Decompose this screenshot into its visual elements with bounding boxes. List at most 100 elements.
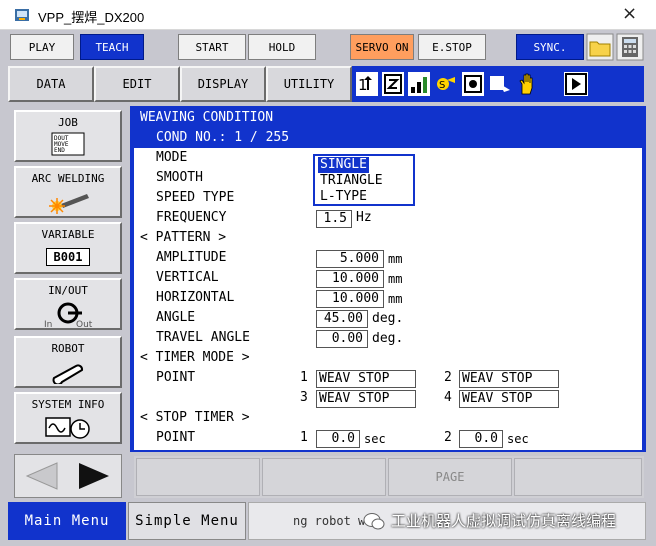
timer-point-number: 3 <box>300 390 308 405</box>
stop-timer-point-label: POINT <box>156 430 196 445</box>
mode-option[interactable]: L-TYPE <box>318 189 369 205</box>
close-icon[interactable]: × <box>622 3 637 24</box>
amplitude-unit: mm <box>388 252 403 266</box>
nav-arc-welding[interactable]: ARC WELDING <box>14 166 122 218</box>
timer-point-field[interactable]: WEAV STOP <box>316 390 416 408</box>
stop-timer-field[interactable]: 0.0 <box>316 430 360 448</box>
servo-on-button[interactable]: SERVO ON <box>350 34 414 60</box>
menu-utility[interactable]: UTILITY <box>266 66 352 102</box>
prev-arrow-icon[interactable] <box>19 459 63 493</box>
play-button[interactable]: PLAY <box>10 34 74 60</box>
travel-angle-unit: deg. <box>372 331 404 346</box>
timer-point-number: 4 <box>444 390 452 405</box>
page-nav-buttons <box>14 454 122 498</box>
nav-robot[interactable]: ROBOT <box>14 336 122 388</box>
mode-dropdown[interactable]: SINGLE TRIANGLE L-TYPE <box>313 154 415 206</box>
function-slot-4[interactable] <box>514 458 642 496</box>
watermark-text: 工业机器人虚拟调试仿真离线编程 <box>391 512 617 530</box>
nav-variable[interactable]: VARIABLE B001 <box>14 222 122 274</box>
horizontal-unit: mm <box>388 292 403 306</box>
message-text: ng robot wr <box>293 514 373 528</box>
nav-system-info-label: SYSTEM INFO <box>31 398 105 411</box>
frequency-unit: Hz <box>356 210 372 225</box>
horizontal-label: HORIZONTAL <box>156 290 235 305</box>
system-info-icon <box>45 417 90 439</box>
page-title: WEAVING CONDITION <box>140 110 274 125</box>
hold-button[interactable]: HOLD <box>248 34 316 60</box>
frequency-field[interactable]: 1.5 <box>316 210 352 228</box>
folder-icon[interactable] <box>586 33 614 61</box>
wechat-icon <box>363 513 385 530</box>
teach-button[interactable]: TEACH <box>80 34 144 60</box>
travel-angle-label: TRAVEL ANGLE <box>156 330 250 345</box>
tool-icon: S <box>434 72 458 96</box>
app-icon <box>15 9 29 21</box>
variable-b001-icon: B001 <box>46 248 90 266</box>
amplitude-field[interactable]: 5.000 <box>316 250 384 268</box>
timer-point-field[interactable]: WEAV STOP <box>316 370 416 388</box>
robot-arm-icon <box>52 364 84 384</box>
nav-arc-welding-label: ARC WELDING <box>31 172 105 185</box>
function-slot-2[interactable] <box>262 458 386 496</box>
play-mode-icon <box>564 72 588 96</box>
main-menu-button[interactable]: Main Menu <box>8 502 126 540</box>
hand-icon <box>516 72 538 96</box>
robot-group-icon <box>462 72 484 96</box>
stop-timer-header: < STOP TIMER > <box>140 410 250 425</box>
timer-point-field[interactable]: WEAV STOP <box>459 370 559 388</box>
pattern-header: < PATTERN > <box>140 230 227 245</box>
function-slot-1[interactable] <box>136 458 260 496</box>
stop-timer-field[interactable]: 0.0 <box>459 430 503 448</box>
next-arrow-icon[interactable] <box>73 459 117 493</box>
simple-menu-button[interactable]: Simple Menu <box>128 502 246 540</box>
estop-button[interactable]: E.STOP <box>418 34 486 60</box>
svg-text:S: S <box>439 80 445 91</box>
timer-point-field[interactable]: WEAV STOP <box>459 390 559 408</box>
angle-unit: deg. <box>372 311 404 326</box>
message-area: ng robot wr 工业机器人虚拟调试仿真离线编程 <box>248 502 646 540</box>
amplitude-label: AMPLITUDE <box>156 250 227 265</box>
frequency-label: FREQUENCY <box>156 210 227 225</box>
stop-timer-unit: sec <box>507 432 529 446</box>
nav-in-out[interactable]: IN/OUT In Out <box>14 278 122 330</box>
mode-option[interactable]: TRIANGLE <box>318 173 385 189</box>
nav-robot-label: ROBOT <box>51 342 85 355</box>
speed-type-label: SPEED TYPE <box>156 190 235 205</box>
point-label: POINT <box>156 370 196 385</box>
job-icon: DOUT MOVE END <box>51 132 85 156</box>
stop-timer-number: 1 <box>300 430 308 445</box>
coordinate-icon <box>382 72 404 96</box>
svg-text:END: END <box>54 147 65 154</box>
menu-display[interactable]: DISPLAY <box>180 66 266 102</box>
teach-lock-icon <box>488 72 512 96</box>
nav-job[interactable]: JOB DOUT MOVE END <box>14 110 122 162</box>
window-titlebar: VPP_摆焊_DX200 × <box>0 0 656 30</box>
vertical-label: VERTICAL <box>156 270 219 285</box>
window-title: VPP_摆焊_DX200 <box>38 10 145 25</box>
out-label: Out <box>76 320 93 330</box>
in-label: In <box>44 320 53 330</box>
timer-point-number: 1 <box>300 370 308 385</box>
horizontal-field[interactable]: 10.000 <box>316 290 384 308</box>
sync-button[interactable]: SYNC. <box>516 34 584 60</box>
vertical-field[interactable]: 10.000 <box>316 270 384 288</box>
stop-timer-number: 2 <box>444 430 452 445</box>
menu-data[interactable]: DATA <box>8 66 94 102</box>
angle-field[interactable]: 45.00 <box>316 310 368 328</box>
timer-point-number: 2 <box>444 370 452 385</box>
mode-label: MODE <box>156 150 188 165</box>
nav-system-info[interactable]: SYSTEM INFO <box>14 392 122 444</box>
menu-edit[interactable]: EDIT <box>94 66 180 102</box>
timer-mode-header: < TIMER MODE > <box>140 350 250 365</box>
start-button[interactable]: START <box>178 34 246 60</box>
vertical-unit: mm <box>388 272 403 286</box>
travel-angle-field[interactable]: 0.00 <box>316 330 368 348</box>
mode-option[interactable]: SINGLE <box>318 157 369 173</box>
calculator-icon[interactable] <box>616 33 644 61</box>
speed-level-icon <box>408 72 430 96</box>
axis-number-icon: 1 <box>356 72 378 96</box>
page-button[interactable]: PAGE <box>388 458 512 496</box>
angle-label: ANGLE <box>156 310 196 325</box>
smooth-label: SMOOTH <box>156 170 203 185</box>
welding-torch-icon <box>49 194 89 214</box>
